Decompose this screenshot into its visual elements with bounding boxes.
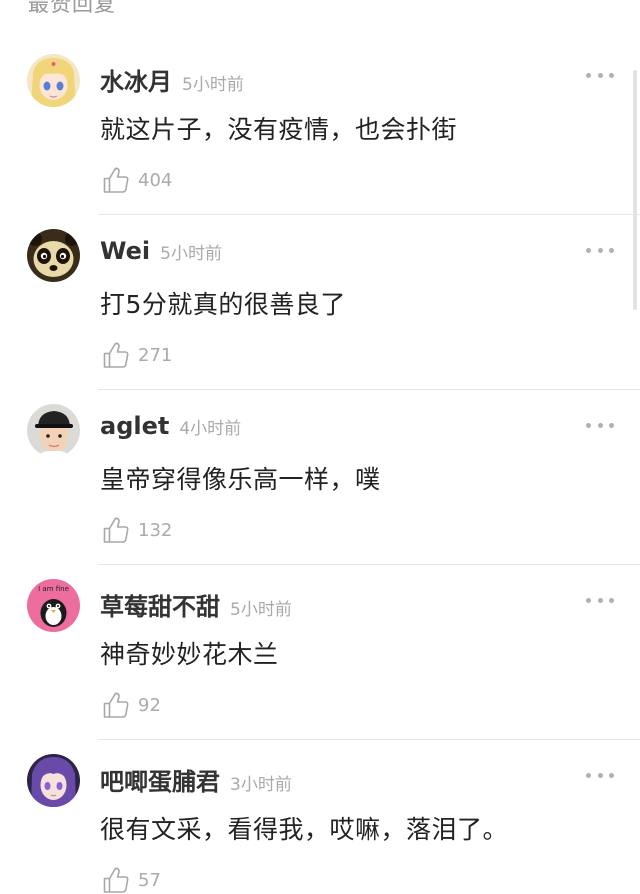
sailor-moon-avatar-icon bbox=[27, 54, 80, 107]
avatar[interactable] bbox=[27, 754, 80, 807]
thumbs-up-icon bbox=[103, 867, 129, 893]
name-line: aglet 4小时前 bbox=[100, 412, 241, 446]
timestamp: 5小时前 bbox=[230, 600, 292, 620]
avatar[interactable] bbox=[27, 404, 80, 457]
name-line: 水冰月 5小时前 bbox=[100, 62, 244, 96]
thumbs-up-icon bbox=[103, 692, 129, 718]
avatar[interactable]: I am fine bbox=[27, 579, 80, 632]
timestamp: 5小时前 bbox=[182, 75, 244, 95]
comment-text: 很有文采，看得我，哎嘛，落泪了。 bbox=[100, 815, 509, 844]
username[interactable]: 草莓甜不甜 bbox=[100, 587, 220, 622]
comment-item: aglet 4小时前 皇帝穿得像乐高一样，噗 132 bbox=[0, 404, 640, 580]
comments-page: 最赞回复 水冰月 5小时前 就这片子，没有疫情，也会扑街 404 Wei 5小时… bbox=[0, 0, 640, 894]
thumbs-up-icon bbox=[103, 342, 129, 368]
divider bbox=[98, 389, 640, 390]
divider bbox=[98, 214, 640, 215]
like-count: 92 bbox=[138, 694, 161, 716]
more-options-icon[interactable] bbox=[586, 68, 614, 82]
i-am-fine-avatar-icon: I am fine bbox=[27, 579, 80, 632]
like-button[interactable]: 271 bbox=[102, 339, 172, 371]
avatar[interactable] bbox=[27, 54, 80, 107]
name-line: Wei 5小时前 bbox=[100, 237, 222, 271]
timestamp: 4小时前 bbox=[179, 419, 242, 439]
divider bbox=[98, 564, 640, 565]
avatar[interactable] bbox=[27, 229, 80, 282]
comment-text: 就这片子，没有疫情，也会扑街 bbox=[100, 115, 458, 144]
username[interactable]: aglet bbox=[100, 412, 169, 440]
more-options-icon[interactable] bbox=[586, 243, 614, 257]
thumbs-up-icon bbox=[103, 517, 129, 543]
username[interactable]: Wei bbox=[100, 237, 150, 265]
like-button[interactable]: 404 bbox=[102, 164, 172, 196]
child-with-hat-avatar-icon bbox=[27, 404, 80, 457]
comment-item: 水冰月 5小时前 就这片子，没有疫情，也会扑街 404 bbox=[0, 54, 640, 230]
avatar-caption: I am fine bbox=[38, 585, 69, 593]
like-count: 271 bbox=[138, 344, 173, 366]
like-count: 132 bbox=[138, 519, 173, 541]
like-button[interactable]: 57 bbox=[102, 864, 161, 894]
timestamp: 5小时前 bbox=[160, 244, 222, 264]
purple-hair-anime-avatar-icon bbox=[27, 754, 80, 807]
like-button[interactable]: 132 bbox=[102, 514, 172, 546]
more-options-icon[interactable] bbox=[586, 418, 614, 432]
like-button[interactable]: 92 bbox=[102, 689, 161, 721]
more-options-icon[interactable] bbox=[586, 768, 614, 782]
timestamp: 3小时前 bbox=[230, 775, 292, 795]
more-options-icon[interactable] bbox=[586, 593, 614, 607]
comment-item: 吧唧蛋脯君 3小时前 很有文采，看得我，哎嘛，落泪了。 57 bbox=[0, 754, 640, 894]
name-line: 吧唧蛋脯君 3小时前 bbox=[100, 762, 292, 796]
name-line: 草莓甜不甜 5小时前 bbox=[100, 587, 292, 621]
like-count: 404 bbox=[138, 169, 173, 191]
section-title: 最赞回复 bbox=[28, 0, 116, 16]
comment-text: 神奇妙妙花木兰 bbox=[100, 640, 279, 669]
comment-item: I am fine 草莓甜不甜 5小时前 神奇妙妙花木兰 92 bbox=[0, 579, 640, 755]
divider bbox=[98, 739, 640, 740]
like-count: 57 bbox=[138, 869, 161, 891]
comment-text: 打5分就真的很善良了 bbox=[100, 290, 346, 319]
thumbs-up-icon bbox=[103, 167, 129, 193]
kungfu-panda-avatar-icon bbox=[27, 229, 80, 282]
username[interactable]: 吧唧蛋脯君 bbox=[100, 762, 220, 797]
username[interactable]: 水冰月 bbox=[100, 62, 172, 97]
comment-text: 皇帝穿得像乐高一样，噗 bbox=[100, 465, 381, 494]
comment-item: Wei 5小时前 打5分就真的很善良了 271 bbox=[0, 229, 640, 405]
